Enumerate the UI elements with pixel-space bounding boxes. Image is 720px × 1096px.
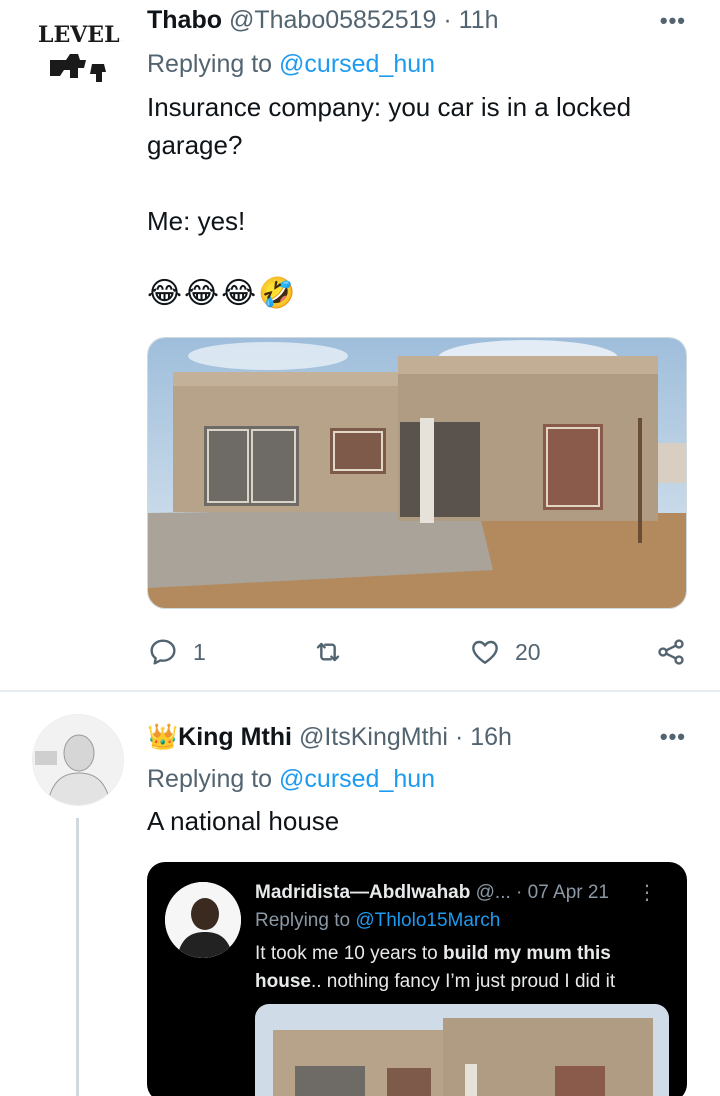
- tweet-actions: 1 20: [147, 632, 692, 672]
- replying-to: Replying to @cursed_hun: [147, 765, 435, 794]
- share-icon: [658, 639, 684, 665]
- tweet-divider: [0, 690, 720, 692]
- reply-count: 1: [193, 638, 206, 665]
- like-button[interactable]: 20: [469, 632, 541, 672]
- crown-badge-icon: 👑: [147, 722, 179, 751]
- levels-logo-icon: LEVELS: [32, 4, 122, 94]
- avatar[interactable]: LEVELS: [32, 4, 122, 94]
- author-handle[interactable]: @Thabo05852519: [229, 6, 437, 34]
- more-options-icon[interactable]: •••: [660, 724, 686, 750]
- like-count: 20: [515, 638, 541, 665]
- author-handle[interactable]: @ItsKingMthi: [299, 723, 448, 751]
- retweet-button[interactable]: [312, 632, 358, 672]
- tweet-header: Thabo @Thabo05852519 · 11h: [147, 6, 499, 35]
- svg-text:LEVELS: LEVELS: [38, 22, 122, 48]
- quoted-replying-to: Replying to @Thlolo15March: [255, 910, 500, 932]
- author-name[interactable]: Thabo: [147, 6, 222, 34]
- quoted-tweet[interactable]: Madridista—Abdlwahab @... · 07 Apr 21 ⋮ …: [147, 862, 687, 1096]
- replying-handle-link[interactable]: @cursed_hun: [279, 50, 435, 78]
- house-photo-icon: [255, 1004, 669, 1096]
- avatar[interactable]: [32, 714, 124, 806]
- house-photo-icon: [148, 338, 686, 608]
- quoted-text: It took me 10 years to build my mum this…: [255, 940, 675, 996]
- replying-label: Replying to: [255, 910, 351, 931]
- quoted-image[interactable]: [255, 1004, 669, 1096]
- quoted-text-part: .. nothing fancy I’m just proud I did it: [310, 971, 616, 992]
- quoted-header: Madridista—Abdlwahab @... · 07 Apr 21: [255, 882, 609, 904]
- replying-to: Replying to @cursed_hun: [147, 50, 435, 79]
- user-photo-icon: [165, 882, 241, 958]
- quoted-author-name[interactable]: Madridista—Abdlwahab: [255, 882, 470, 903]
- quoted-timestamp[interactable]: · 07 Apr 21: [516, 882, 609, 903]
- more-options-icon[interactable]: •••: [660, 8, 686, 34]
- retweet-icon: [316, 642, 340, 662]
- tweet-text: A national house: [147, 806, 340, 836]
- tweet-thabo[interactable]: LEVELS Thabo @Thabo05852519 · 11h ••• Re…: [0, 0, 720, 690]
- share-button[interactable]: [655, 632, 687, 672]
- tweet-image[interactable]: [147, 337, 687, 609]
- tweet-header: 👑King Mthi @ItsKingMthi · 16h: [147, 722, 512, 752]
- author-name[interactable]: King Mthi: [178, 723, 292, 751]
- timestamp[interactable]: · 16h: [455, 723, 512, 751]
- quoted-text-part: It took me 10 years to: [255, 943, 443, 964]
- replying-handle-link[interactable]: @cursed_hun: [279, 765, 435, 793]
- quoted-avatar[interactable]: [165, 882, 241, 958]
- user-photo-icon: [33, 715, 123, 805]
- timestamp[interactable]: · 11h: [443, 6, 498, 34]
- emoji-row: 😂😂😂🤣: [147, 276, 298, 311]
- reply-button[interactable]: 1: [147, 632, 206, 672]
- quoted-author-handle[interactable]: @...: [476, 882, 511, 903]
- reply-icon: [150, 639, 176, 665]
- replying-label: Replying to: [147, 765, 273, 793]
- thread-connector: [76, 818, 79, 1096]
- replying-handle-link[interactable]: @Thlolo15March: [355, 910, 500, 931]
- replying-label: Replying to: [147, 50, 273, 78]
- tweet-text: Insurance company: you car is in a locke…: [147, 92, 632, 236]
- heart-icon: [472, 640, 498, 664]
- quoted-more-icon[interactable]: ⋮: [637, 880, 657, 905]
